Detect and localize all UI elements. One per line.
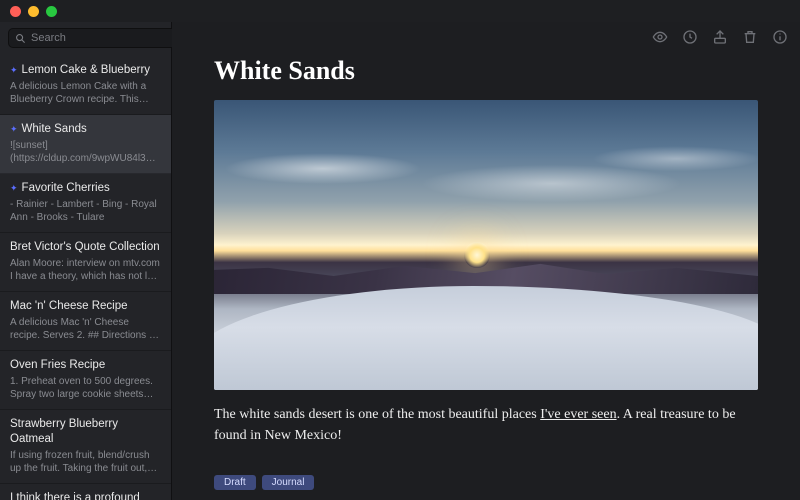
- note-title-text: Strawberry Blueberry Oatmeal: [10, 417, 161, 447]
- note-preview: ![sunset](https://cldup.com/9wpWU84l3n.j…: [10, 139, 161, 166]
- sidebar: ✦ Lemon Cake & Blueberry A delicious Lemon…: [0, 22, 172, 500]
- search-icon: [15, 33, 26, 44]
- note-item[interactable]: Mac 'n' Cheese Recipe A delicious Mac 'n'…: [0, 292, 171, 351]
- tag-bar: Draft Journal: [172, 469, 800, 500]
- pin-icon: ✦: [10, 124, 18, 136]
- note-title-text: Lemon Cake & Blueberry: [22, 63, 150, 78]
- note-preview: A delicious Lemon Cake with a Blueberry …: [10, 80, 161, 107]
- note-title-text: Favorite Cherries: [22, 181, 110, 196]
- note-title: Mac 'n' Cheese Recipe: [10, 299, 161, 314]
- note-title: ✦ White Sands: [10, 122, 161, 137]
- search-box[interactable]: [8, 28, 180, 48]
- share-icon[interactable]: [712, 29, 728, 45]
- note-title-text: White Sands: [22, 122, 87, 137]
- body-text-pre: The white sands desert is one of the mos…: [214, 407, 540, 422]
- note-title: Bret Victor's Quote Collection: [10, 240, 161, 255]
- note-title: Strawberry Blueberry Oatmeal: [10, 417, 161, 447]
- traffic-lights: [10, 6, 57, 17]
- trash-icon[interactable]: [742, 29, 758, 45]
- body-text-underlined: I've ever seen: [540, 407, 616, 422]
- note-title-text: Oven Fries Recipe: [10, 358, 105, 373]
- content-pane: White Sands The white sands desert is on…: [172, 22, 800, 500]
- tag[interactable]: Journal: [262, 475, 315, 490]
- note-preview: A delicious Mac 'n' Cheese recipe. Serve…: [10, 316, 161, 343]
- pin-icon: ✦: [10, 183, 18, 195]
- preview-icon[interactable]: [652, 29, 668, 45]
- document-hero-image: [214, 100, 758, 390]
- note-title: ✦ Lemon Cake & Blueberry: [10, 63, 161, 78]
- note-title-text: I think there is a profound: [10, 491, 140, 500]
- zoom-window-button[interactable]: [46, 6, 57, 17]
- window-titlebar: [0, 0, 800, 22]
- history-icon[interactable]: [682, 29, 698, 45]
- editor-toolbar: [172, 22, 800, 52]
- pin-icon: ✦: [10, 65, 18, 77]
- note-item[interactable]: Oven Fries Recipe 1. Preheat oven to 500 …: [0, 351, 171, 410]
- document-title: White Sands: [214, 56, 758, 86]
- document-body: The white sands desert is one of the mos…: [214, 404, 758, 446]
- note-title: Oven Fries Recipe: [10, 358, 161, 373]
- note-item[interactable]: Strawberry Blueberry OatmealIf using fro…: [0, 410, 171, 484]
- editor[interactable]: White Sands The white sands desert is on…: [172, 52, 800, 469]
- note-item[interactable]: ✦ Lemon Cake & Blueberry A delicious Lemon…: [0, 56, 171, 115]
- note-list: ✦ Lemon Cake & Blueberry A delicious Lemon…: [0, 56, 171, 500]
- note-title: I think there is a profound: [10, 491, 161, 500]
- minimize-window-button[interactable]: [28, 6, 39, 17]
- tag[interactable]: Draft: [214, 475, 256, 490]
- note-preview: If using frozen fruit, blend/crush up th…: [10, 449, 161, 476]
- note-title-text: Mac 'n' Cheese Recipe: [10, 299, 128, 314]
- note-item[interactable]: I think there is a profoundTrue simplici…: [0, 484, 171, 500]
- note-title: ✦ Favorite Cherries: [10, 181, 161, 196]
- note-title-text: Bret Victor's Quote Collection: [10, 240, 160, 255]
- note-preview: 1. Preheat oven to 500 degrees. Spray tw…: [10, 375, 161, 402]
- info-icon[interactable]: [772, 29, 788, 45]
- note-item[interactable]: Bret Victor's Quote Collection Alan Moore…: [0, 233, 171, 292]
- search-input[interactable]: [31, 32, 173, 44]
- note-item[interactable]: ✦ White Sands ![sunset](https://cldup.com/…: [0, 115, 171, 174]
- close-window-button[interactable]: [10, 6, 21, 17]
- note-item[interactable]: ✦ Favorite Cherries - Rainier - Lambert - …: [0, 174, 171, 233]
- note-preview: - Rainier - Lambert - Bing - Royal Ann -…: [10, 198, 161, 225]
- note-preview: Alan Moore: interview on mtv.com I have …: [10, 257, 161, 284]
